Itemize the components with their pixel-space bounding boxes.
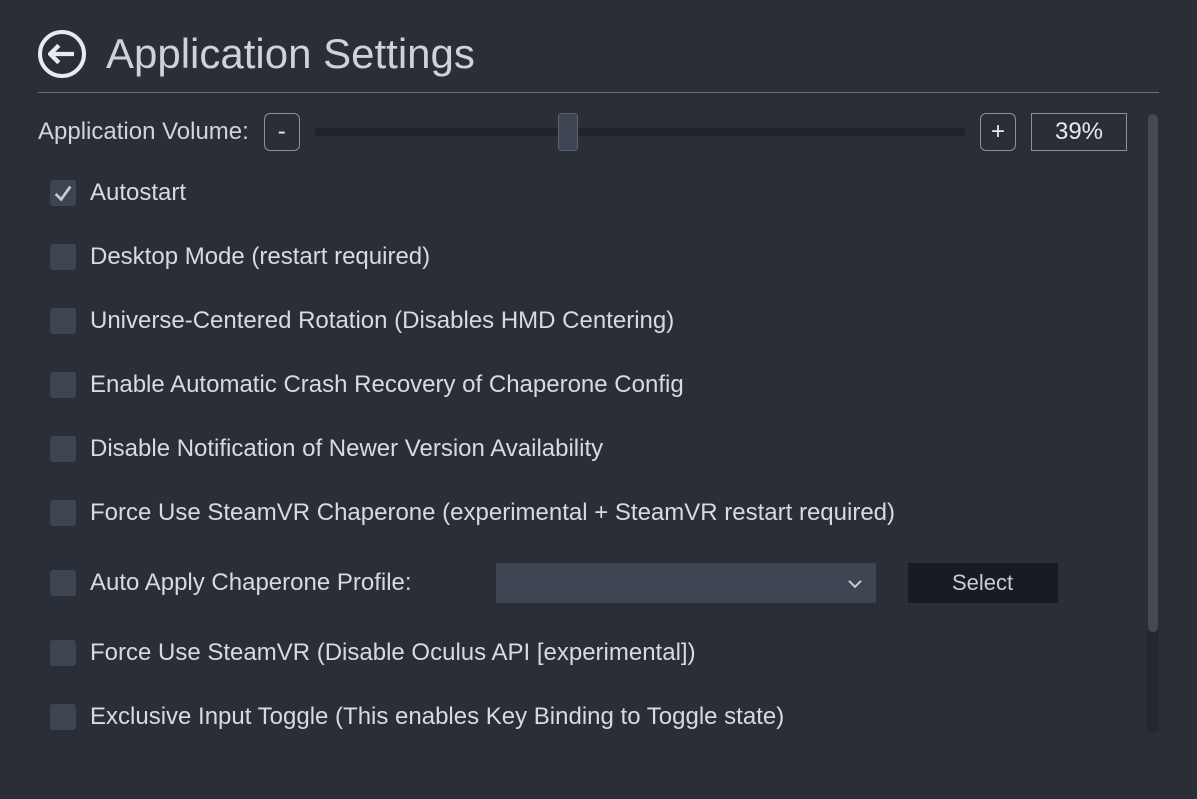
option-universe-rotation: Universe-Centered Rotation (Disables HMD… <box>50 307 1127 335</box>
checkbox-force-steamvr[interactable] <box>50 640 76 666</box>
checkbox-exclusive-input-toggle[interactable] <box>50 704 76 730</box>
option-label: Exclusive Input Toggle (This enables Key… <box>90 703 784 731</box>
volume-decrease-button[interactable]: - <box>264 113 300 151</box>
option-label: Universe-Centered Rotation (Disables HMD… <box>90 307 674 335</box>
arrow-left-icon <box>48 44 74 64</box>
option-label: Enable Automatic Crash Recovery of Chape… <box>90 371 684 399</box>
checkbox-crash-recovery[interactable] <box>50 372 76 398</box>
option-label: Force Use SteamVR Chaperone (experimenta… <box>90 499 895 527</box>
option-auto-apply-profile: Auto Apply Chaperone Profile: Select <box>50 563 1127 603</box>
checkbox-desktop-mode[interactable] <box>50 244 76 270</box>
slider-thumb[interactable] <box>558 113 578 151</box>
option-crash-recovery: Enable Automatic Crash Recovery of Chape… <box>50 371 1127 399</box>
option-label: Disable Notification of Newer Version Av… <box>90 435 603 463</box>
option-label: Desktop Mode (restart required) <box>90 243 430 271</box>
select-profile-button[interactable]: Select <box>908 563 1058 603</box>
volume-control-row: Application Volume: - + 39% <box>38 113 1127 151</box>
back-button[interactable] <box>38 30 86 78</box>
volume-percent-display: 39% <box>1031 113 1127 151</box>
option-autostart: Autostart <box>50 179 1127 207</box>
checkbox-universe-rotation[interactable] <box>50 308 76 334</box>
option-force-steamvr: Force Use SteamVR (Disable Oculus API [e… <box>50 639 1127 667</box>
option-exclusive-input-toggle: Exclusive Input Toggle (This enables Key… <box>50 703 1127 731</box>
scrollbar[interactable] <box>1147 113 1159 733</box>
page-title: Application Settings <box>106 30 475 78</box>
volume-label: Application Volume: <box>38 118 249 146</box>
option-label: Autostart <box>90 179 186 207</box>
scrollbar-thumb[interactable] <box>1147 113 1159 633</box>
option-label: Auto Apply Chaperone Profile: <box>90 569 412 597</box>
checkbox-force-steamvr-chaperone[interactable] <box>50 500 76 526</box>
slider-track <box>315 128 965 136</box>
volume-increase-button[interactable]: + <box>980 113 1016 151</box>
option-label: Force Use SteamVR (Disable Oculus API [e… <box>90 639 696 667</box>
chevron-down-icon <box>848 576 862 594</box>
checkbox-disable-notification[interactable] <box>50 436 76 462</box>
options-list: Autostart Desktop Mode (restart required… <box>38 179 1127 731</box>
option-force-steamvr-chaperone: Force Use SteamVR Chaperone (experimenta… <box>50 499 1127 527</box>
checkbox-autostart[interactable] <box>50 180 76 206</box>
profile-dropdown[interactable] <box>496 563 876 603</box>
volume-slider[interactable] <box>315 113 965 151</box>
checkbox-auto-apply-profile[interactable] <box>50 570 76 596</box>
option-disable-notification: Disable Notification of Newer Version Av… <box>50 435 1127 463</box>
check-icon <box>52 182 74 204</box>
option-desktop-mode: Desktop Mode (restart required) <box>50 243 1127 271</box>
page-header: Application Settings <box>38 30 1159 93</box>
